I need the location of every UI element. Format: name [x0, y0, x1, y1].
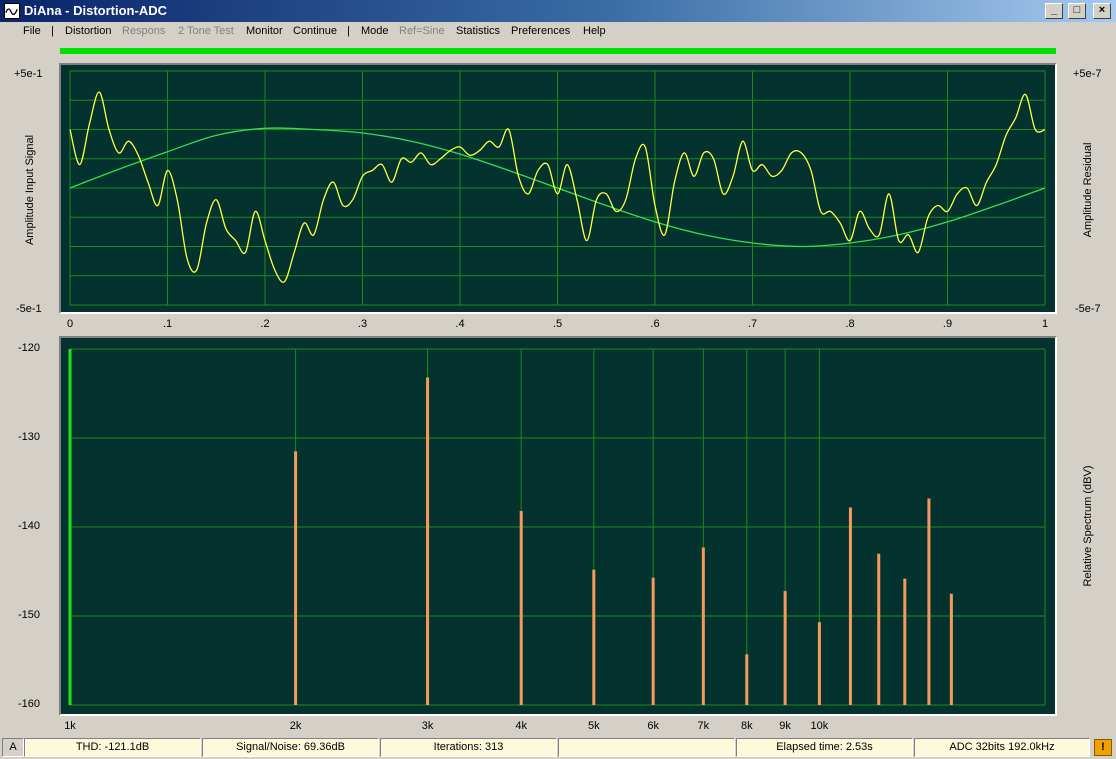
waveform-x-tick: .5	[552, 318, 563, 330]
harmonic-bar	[848, 507, 852, 705]
waveform-plot[interactable]	[59, 63, 1057, 314]
app-icon	[4, 3, 20, 19]
waveform-x-tick: 0	[66, 318, 74, 330]
spectrum-x-tick: 10k	[810, 720, 829, 732]
spectrum-x-tick: 4k	[515, 720, 527, 732]
harmonic-bar	[426, 377, 430, 705]
menu-respons[interactable]: Respons	[122, 25, 165, 37]
menu-ref-sine[interactable]: Ref=Sine	[399, 25, 445, 37]
harmonic-bar	[927, 498, 931, 705]
spectrum-y-tick: -150	[18, 609, 41, 621]
harmonic-bar	[817, 622, 821, 705]
waveform-chart	[69, 70, 1046, 306]
spectrum-x-tick: 7k	[697, 720, 710, 732]
waveform-x-tick: 1	[1041, 318, 1049, 330]
menu-monitor[interactable]: Monitor	[246, 25, 283, 37]
waveform-x-tick: .6	[650, 318, 660, 330]
maximize-button[interactable]: □	[1068, 3, 1086, 19]
title-bar: DiAna - Distortion-ADC _ □ ×	[0, 0, 1116, 22]
waveform-x-tick: .9	[942, 318, 953, 330]
waveform-x-tick: .4	[455, 318, 465, 330]
left-y-max-label: +5e-1	[14, 68, 43, 80]
relative-spectrum-axis-title: Relative Spectrum (dBV)	[1082, 465, 1094, 587]
status-thd: THD: -121.1dB	[24, 738, 201, 757]
menu-2-tone-test[interactable]: 2 Tone Test	[178, 25, 234, 37]
harmonic-bar	[701, 547, 705, 705]
spectrum-x-tick: 1k	[64, 720, 76, 732]
spectrum-plot[interactable]	[59, 336, 1057, 716]
spectrum-y-tick: -160	[18, 698, 41, 710]
harmonic-bar	[949, 593, 953, 705]
menu-continue[interactable]: Continue	[293, 25, 337, 37]
harmonic-bar	[903, 578, 907, 705]
harmonic-bar	[745, 654, 749, 705]
status-adc: ADC 32bits 192.0kHz	[914, 738, 1090, 757]
status-iterations: Iterations: 313	[380, 738, 557, 757]
spectrum-y-tick: -130	[18, 431, 41, 443]
menu-bar: File | Distortion Respons 2 Tone Test Mo…	[0, 22, 1116, 42]
menu-mode[interactable]: Mode	[361, 25, 389, 37]
menu-separator: |	[51, 25, 54, 37]
harmonic-bar	[783, 591, 787, 705]
activity-progress-bar	[60, 48, 1056, 54]
status-elapsed-time: Elapsed time: 2.53s	[736, 738, 913, 757]
spectrum-x-tick: 9k	[779, 720, 791, 732]
status-bar: A THD: -121.1dB Signal/Noise: 69.36dB It…	[0, 737, 1116, 759]
spectrum-x-tick: 8k	[740, 720, 753, 732]
spectrum-x-tick: 6k	[647, 720, 659, 732]
spectrum-x-tick: 5k	[588, 720, 600, 732]
status-signal-noise: Signal/Noise: 69.36dB	[202, 738, 379, 757]
spectrum-y-tick: -140	[18, 520, 41, 532]
harmonic-bar	[877, 553, 881, 705]
close-button[interactable]: ×	[1093, 3, 1111, 19]
right-y-max-label: +5e-7	[1073, 68, 1102, 80]
amplitude-residual-axis-title: Amplitude Residual	[1082, 142, 1094, 238]
waveform-x-tick: .8	[845, 318, 855, 330]
menu-preferences[interactable]: Preferences	[511, 25, 570, 37]
left-y-min-label: -5e-1	[16, 303, 42, 315]
waveform-x-tick: .1	[162, 318, 173, 330]
menu-distortion[interactable]: Distortion	[65, 25, 111, 37]
window-title: DiAna - Distortion-ADC	[24, 3, 167, 18]
harmonic-bar	[294, 451, 298, 705]
status-empty	[558, 738, 735, 757]
status-channel: A	[2, 738, 24, 757]
harmonic-bar	[592, 569, 596, 705]
menu-separator: |	[347, 25, 350, 37]
menu-help[interactable]: Help	[583, 25, 606, 37]
spectrum-y-tick: -120	[18, 342, 41, 354]
warning-icon[interactable]: !	[1094, 739, 1112, 756]
spectrum-chart	[68, 348, 1046, 706]
right-y-min-label: -5e-7	[1075, 303, 1101, 315]
fundamental-bar	[68, 349, 72, 705]
waveform-x-tick: .7	[747, 318, 758, 330]
menu-statistics[interactable]: Statistics	[456, 25, 500, 37]
spectrum-x-tick: 3k	[421, 720, 434, 732]
harmonic-bar	[519, 510, 523, 705]
menu-file[interactable]: File	[23, 25, 41, 37]
amplitude-input-axis-title: Amplitude Input Signal	[24, 134, 36, 246]
waveform-x-tick: .2	[260, 318, 270, 330]
spectrum-x-tick: 2k	[289, 720, 302, 732]
harmonic-bar	[651, 577, 655, 705]
waveform-x-tick: .3	[357, 318, 368, 330]
minimize-button[interactable]: _	[1045, 3, 1063, 19]
